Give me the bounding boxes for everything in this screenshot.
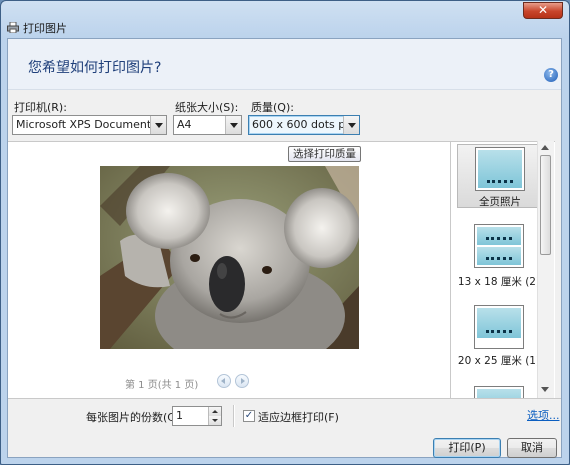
print-button[interactable]: 打印(P) [433, 438, 501, 458]
paper-size-value: A4 [177, 118, 192, 131]
scroll-thumb[interactable] [540, 155, 551, 255]
copies-label: 每张图片的份数(C): [86, 411, 183, 424]
title-bar: 打印图片 ✕ [1, 1, 569, 39]
copies-value: 1 [176, 409, 183, 422]
layout-label: 全页照片 [479, 196, 521, 208]
window-title: 打印图片 [23, 22, 67, 35]
options-link[interactable]: 选项... [527, 407, 560, 423]
fit-frame-checkbox[interactable]: ✓ [243, 410, 255, 422]
printer-label: 打印机(R): [14, 101, 67, 114]
koala-photo-preview [100, 166, 359, 349]
printer-select[interactable]: Microsoft XPS Document Writer [12, 115, 167, 135]
layout-thumbnail [474, 305, 524, 349]
quality-label: 质量(Q): [251, 101, 294, 114]
layout-scrollbar[interactable] [537, 141, 554, 398]
layout-item-20x25[interactable]: 20 x 25 厘米 (1) [457, 305, 541, 369]
koala-image [100, 166, 359, 349]
help-icon[interactable]: ? [544, 68, 558, 82]
divider [233, 405, 235, 427]
scroll-up-icon[interactable] [541, 145, 549, 150]
paper-size-label: 纸张大小(S): [175, 101, 239, 114]
cancel-button[interactable]: 取消 [507, 438, 557, 458]
chevron-down-icon [343, 116, 359, 134]
layout-thumbnail [474, 224, 524, 268]
quality-tooltip: 选择打印质量 [288, 146, 361, 162]
header-band: 您希望如何打印图片? [8, 39, 561, 90]
quality-select[interactable]: 600 x 600 dots per inch [248, 115, 360, 135]
page-indicator: 第 1 页(共 1 页) [125, 380, 199, 391]
scroll-down-icon[interactable] [541, 387, 549, 392]
layout-item-13x18[interactable]: 13 x 18 厘米 (2) [457, 224, 541, 288]
previous-page-button[interactable] [217, 374, 231, 388]
layout-label: 13 x 18 厘米 (2) [457, 276, 541, 288]
layout-thumbnail [475, 147, 525, 191]
fit-frame-label: 适应边框打印(F) [258, 411, 339, 424]
next-page-button[interactable] [235, 374, 249, 388]
printer-icon [7, 22, 19, 33]
decrement-icon[interactable] [208, 416, 221, 425]
paper-size-select[interactable]: A4 [173, 115, 242, 135]
page-title: 您希望如何打印图片? [28, 60, 162, 76]
close-button[interactable]: ✕ [523, 2, 563, 19]
copies-stepper[interactable]: 1 [172, 406, 222, 426]
chevron-down-icon [150, 116, 166, 134]
layout-label: 20 x 25 厘米 (1) [457, 355, 541, 367]
printer-value: Microsoft XPS Document Writer [16, 118, 166, 131]
layout-item-full-page[interactable]: 全页照片 [457, 144, 541, 208]
chevron-down-icon [225, 116, 241, 134]
